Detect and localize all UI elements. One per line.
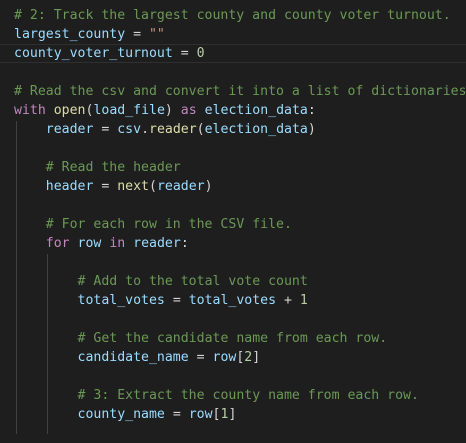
code-line-active[interactable]: county_voter_turnout = 0 bbox=[0, 44, 466, 63]
code-token-plain: ( bbox=[196, 122, 205, 137]
code-token-comment: # Read the csv and convert it into a lis… bbox=[14, 84, 466, 99]
code-line[interactable]: county_name = row[1] bbox=[0, 405, 466, 424]
code-token-var: candidate_name bbox=[77, 350, 189, 365]
code-token-comment: # 2: Track the largest county and county… bbox=[14, 8, 451, 23]
code-token-op: = bbox=[93, 179, 118, 194]
code-line[interactable]: # Add to the total vote count bbox=[0, 272, 466, 291]
code-token-var: reader bbox=[133, 236, 181, 251]
code-token-var: row bbox=[212, 350, 237, 365]
code-token-comment: # Get the candidate name from each row. bbox=[77, 331, 388, 346]
code-token-var: largest_county bbox=[14, 27, 126, 42]
code-token-var: csv bbox=[117, 122, 142, 137]
code-token-op: + bbox=[276, 293, 300, 308]
code-token-comment: # For each row in the CSV file. bbox=[45, 217, 292, 232]
code-editor[interactable]: # 2: Track the largest county and county… bbox=[0, 0, 466, 434]
code-line[interactable]: candidate_name = row[2] bbox=[0, 348, 466, 367]
code-line[interactable]: for row in reader: bbox=[0, 234, 466, 253]
code-token-keyword: in bbox=[109, 236, 126, 251]
code-token-func: next bbox=[117, 179, 149, 194]
code-token-comment: # Add to the total vote count bbox=[77, 274, 308, 289]
code-line[interactable]: # For each row in the CSV file. bbox=[0, 215, 466, 234]
code-line[interactable]: reader = csv.reader(election_data) bbox=[0, 120, 466, 139]
code-line[interactable]: # 3: Extract the county name from each r… bbox=[0, 386, 466, 405]
code-token-var: row bbox=[77, 236, 102, 251]
code-token-plain: ) bbox=[164, 103, 181, 118]
code-line[interactable]: # Read the csv and convert it into a lis… bbox=[0, 82, 466, 101]
code-line[interactable]: # Read the header bbox=[0, 158, 466, 177]
code-token-op: = bbox=[164, 293, 189, 308]
code-token-op: = bbox=[125, 27, 149, 42]
code-token-var: election_data bbox=[204, 103, 308, 118]
code-line[interactable] bbox=[0, 310, 466, 329]
code-line[interactable] bbox=[0, 253, 466, 272]
code-token-var: total_votes bbox=[188, 293, 277, 308]
code-line[interactable]: with open(load_file) as election_data: bbox=[0, 101, 466, 120]
code-token-comment: # 3: Extract the county name from each r… bbox=[77, 388, 419, 403]
code-line[interactable]: # 2: Track the largest county and county… bbox=[0, 6, 466, 25]
code-token-keyword: for bbox=[45, 236, 70, 251]
code-token-plain: : bbox=[307, 103, 316, 118]
code-token-plain: . bbox=[141, 122, 150, 137]
code-token-plain: ( bbox=[149, 179, 157, 194]
code-token-comment: # Read the header bbox=[45, 160, 181, 175]
code-token-number: 1 bbox=[299, 293, 308, 308]
code-line[interactable]: # Get the candidate name from each row. bbox=[0, 329, 466, 348]
code-token-var: row bbox=[188, 407, 213, 422]
code-token-plain: ) bbox=[307, 122, 316, 137]
code-token-plain: ) bbox=[204, 179, 213, 194]
code-line[interactable] bbox=[0, 196, 466, 215]
code-line[interactable]: total_votes = total_votes + 1 bbox=[0, 291, 466, 310]
code-line[interactable] bbox=[0, 63, 466, 82]
code-token-var: load_file bbox=[93, 103, 165, 118]
code-token-var: county_name bbox=[77, 407, 165, 422]
code-token-keyword: with bbox=[14, 103, 46, 118]
code-token-var: total_votes bbox=[77, 293, 165, 308]
code-token-var: header bbox=[45, 179, 94, 194]
code-token-var: election_data bbox=[204, 122, 308, 137]
code-token-op: = bbox=[172, 46, 197, 61]
code-token-keyword: as bbox=[180, 103, 197, 118]
code-token-op: = bbox=[93, 122, 118, 137]
code-token-string: "" bbox=[148, 27, 165, 42]
code-token-plain: ] bbox=[228, 407, 237, 422]
code-line[interactable] bbox=[0, 139, 466, 158]
code-token-func: open bbox=[53, 103, 86, 118]
code-token-var: county_voter_turnout bbox=[14, 46, 173, 61]
code-line[interactable]: header = next(reader) bbox=[0, 177, 466, 196]
code-token-plain: ] bbox=[252, 350, 261, 365]
code-token-var: reader bbox=[45, 122, 94, 137]
code-token-func: reader bbox=[149, 122, 197, 137]
code-token-var: reader bbox=[156, 179, 205, 194]
code-token-op: = bbox=[188, 350, 213, 365]
code-token-plain: : bbox=[180, 236, 189, 251]
code-line[interactable]: largest_county = "" bbox=[0, 25, 466, 44]
code-token-op: = bbox=[164, 407, 189, 422]
code-token-number: 0 bbox=[196, 46, 205, 61]
code-line[interactable] bbox=[0, 367, 466, 386]
